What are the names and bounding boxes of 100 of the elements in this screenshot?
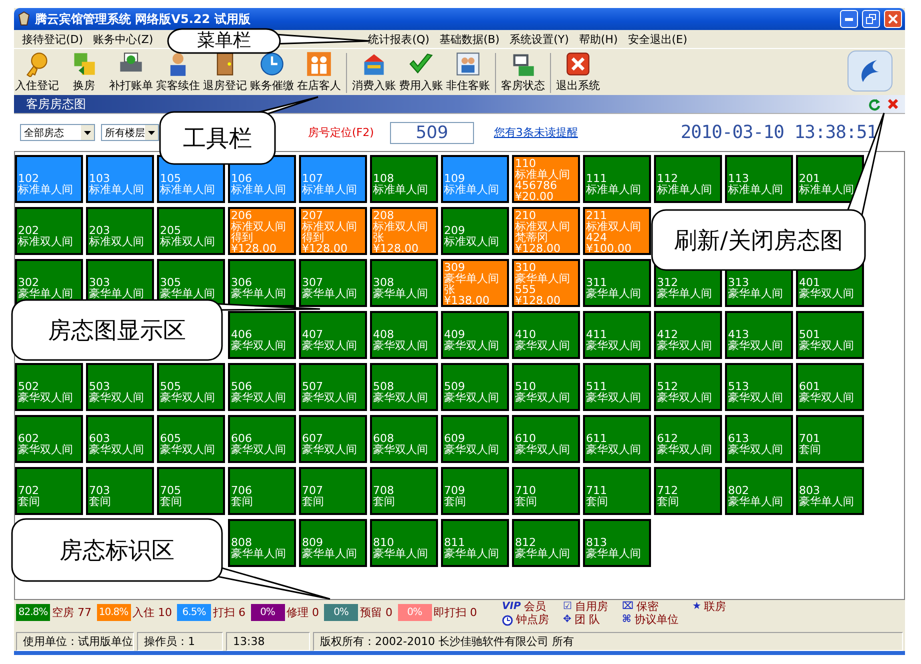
toolbar-button[interactable]: 换房 (61, 51, 107, 93)
room-tile[interactable]: 605 豪华双人间 (157, 415, 225, 463)
room-tile[interactable]: 407 豪华双人间 (299, 311, 367, 359)
room-tile[interactable]: 610 豪华双人间 (512, 415, 580, 463)
room-tile[interactable]: 509 豪华双人间 (441, 363, 509, 411)
room-tile[interactable]: 712 套间 (654, 467, 722, 515)
toolbar-button[interactable]: 在店客人 (296, 51, 342, 93)
room-tile[interactable]: 709 套间 (441, 467, 509, 515)
room-tile[interactable]: 408 豪华双人间 (370, 311, 438, 359)
reminder-link[interactable]: 您有3条未读提醒 (494, 125, 578, 140)
toolbar-button[interactable]: 消费入账 (351, 51, 397, 93)
room-tile[interactable]: 802 豪华单人间 (725, 467, 793, 515)
toolbar-button[interactable]: 入住登记 (14, 51, 60, 93)
room-tile[interactable]: 606 豪华双人间 (228, 415, 296, 463)
room-tile[interactable]: 501 豪华双人间 (796, 311, 864, 359)
toolbar-button[interactable]: 退出系统 (555, 51, 601, 93)
toolbar-button[interactable]: 费用入账 (398, 51, 444, 93)
toolbar-button[interactable]: 非住客账 (445, 51, 491, 93)
room-type: 套间 (302, 496, 325, 507)
room-tile[interactable]: 611 豪华双人间 (583, 415, 651, 463)
room-tile[interactable]: 503 豪华双人间 (86, 363, 154, 411)
room-tile[interactable]: 803 豪华单人间 (796, 467, 864, 515)
room-tile[interactable]: 602 豪华双人间 (15, 415, 83, 463)
room-tile[interactable]: 506 豪华双人间 (228, 363, 296, 411)
room-tile[interactable]: 412 豪华双人间 (654, 311, 722, 359)
room-tile[interactable]: 511 豪华双人间 (583, 363, 651, 411)
room-tile[interactable]: 613 豪华双人间 (725, 415, 793, 463)
room-tile[interactable]: 607 豪华双人间 (299, 415, 367, 463)
room-tile[interactable]: 513 豪华双人间 (725, 363, 793, 411)
menu-item[interactable]: 接待登记(D) (17, 30, 88, 48)
room-tile[interactable]: 808 豪华单人间 (228, 519, 296, 567)
menu-item[interactable]: 账务中心(Z) (88, 30, 158, 48)
room-tile[interactable]: 109 标准单人间 (441, 155, 509, 203)
room-tile[interactable]: 107 标准单人间 (299, 155, 367, 203)
toolbar-button[interactable]: 客房状态 (500, 51, 546, 93)
room-tile[interactable]: 413 豪华双人间 (725, 311, 793, 359)
room-type: 标准单人间 (657, 184, 713, 195)
room-type: 豪华单人间 (18, 288, 74, 299)
room-tile[interactable]: 707 套间 (299, 467, 367, 515)
room-tile[interactable]: 603 豪华双人间 (86, 415, 154, 463)
room-tile[interactable]: 508 豪华双人间 (370, 363, 438, 411)
room-tile[interactable]: 411 豪华双人间 (583, 311, 651, 359)
menu-item[interactable]: 安全退出(E) (622, 30, 692, 48)
room-tile[interactable]: 510 豪华双人间 (512, 363, 580, 411)
room-tile[interactable]: 705 套间 (157, 467, 225, 515)
status-select[interactable]: 全部房态 (20, 124, 95, 141)
room-number-field[interactable]: 509 (390, 122, 474, 144)
room-tile[interactable]: 103 标准单人间 (86, 155, 154, 203)
menu-item[interactable]: 基础数据(B) (434, 30, 505, 48)
room-tile[interactable]: 706 套间 (228, 467, 296, 515)
room-tile[interactable]: 502 豪华双人间 (15, 363, 83, 411)
room-tile[interactable]: 201 标准单人间 (796, 155, 864, 203)
room-tile[interactable]: 512 豪华双人间 (654, 363, 722, 411)
room-tile[interactable]: 308 豪华单人间 (370, 259, 438, 307)
room-tile[interactable]: 810 豪华单人间 (370, 519, 438, 567)
room-tile[interactable]: 708 套间 (370, 467, 438, 515)
room-tile[interactable]: 608 豪华双人间 (370, 415, 438, 463)
room-tile[interactable]: 409 豪华双人间 (441, 311, 509, 359)
minimize-button[interactable] (840, 10, 858, 28)
room-tile[interactable]: 811 豪华单人间 (441, 519, 509, 567)
room-tile[interactable]: 111 标准单人间 (583, 155, 651, 203)
toolbar-button[interactable]: 账务催缴 (249, 51, 295, 93)
menu-item[interactable]: 统计报表(Q) (363, 30, 434, 48)
close-icon[interactable] (887, 98, 899, 110)
room-tile[interactable]: 202 标准双人间 (15, 207, 83, 255)
room-tile[interactable]: 710 套间 (512, 467, 580, 515)
toolbar-button[interactable]: 宾客续住 (155, 51, 201, 93)
room-tile[interactable]: 108 标准单人间 (370, 155, 438, 203)
room-tile[interactable]: 701 套间 (796, 415, 864, 463)
restore-button[interactable] (862, 10, 880, 28)
toolbar-button[interactable]: 补打账单 (108, 51, 154, 93)
room-tile[interactable]: 813 豪华单人间 (583, 519, 651, 567)
room-tile[interactable]: 702 套间 (15, 467, 83, 515)
room-tile[interactable]: 306 豪华单人间 (228, 259, 296, 307)
room-tile[interactable]: 703 套间 (86, 467, 154, 515)
room-type: 标准单人间 (373, 184, 429, 195)
floor-select[interactable]: 所有楼层 (101, 124, 159, 141)
room-tile[interactable]: 809 豪华单人间 (299, 519, 367, 567)
room-tile[interactable]: 307 豪华单人间 (299, 259, 367, 307)
room-tile[interactable]: 711 套间 (583, 467, 651, 515)
room-tile[interactable]: 311 豪华单人间 (583, 259, 651, 307)
room-tile[interactable]: 507 豪华双人间 (299, 363, 367, 411)
room-tile[interactable]: 601 豪华双人间 (796, 363, 864, 411)
room-tile[interactable]: 406 豪华双人间 (228, 311, 296, 359)
refresh-icon[interactable] (868, 98, 881, 110)
toolbar-button[interactable]: 退房登记 (202, 51, 248, 93)
close-button[interactable] (884, 10, 902, 28)
room-tile[interactable]: 113 标准单人间 (725, 155, 793, 203)
room-tile[interactable]: 203 标准双人间 (86, 207, 154, 255)
room-tile[interactable]: 609 豪华双人间 (441, 415, 509, 463)
room-tile[interactable]: 410 豪华双人间 (512, 311, 580, 359)
menu-item[interactable]: 系统设置(Y) (504, 30, 574, 48)
room-tile[interactable]: 209 标准双人间 (441, 207, 509, 255)
room-tile[interactable]: 505 豪华双人间 (157, 363, 225, 411)
room-tile[interactable]: 812 豪华单人间 (512, 519, 580, 567)
room-tile[interactable]: 612 豪华双人间 (654, 415, 722, 463)
room-tile[interactable]: 205 标准双人间 (157, 207, 225, 255)
room-tile[interactable]: 102 标准单人间 (15, 155, 83, 203)
menu-item[interactable]: 帮助(H) (574, 30, 623, 48)
room-tile[interactable]: 112 标准单人间 (654, 155, 722, 203)
